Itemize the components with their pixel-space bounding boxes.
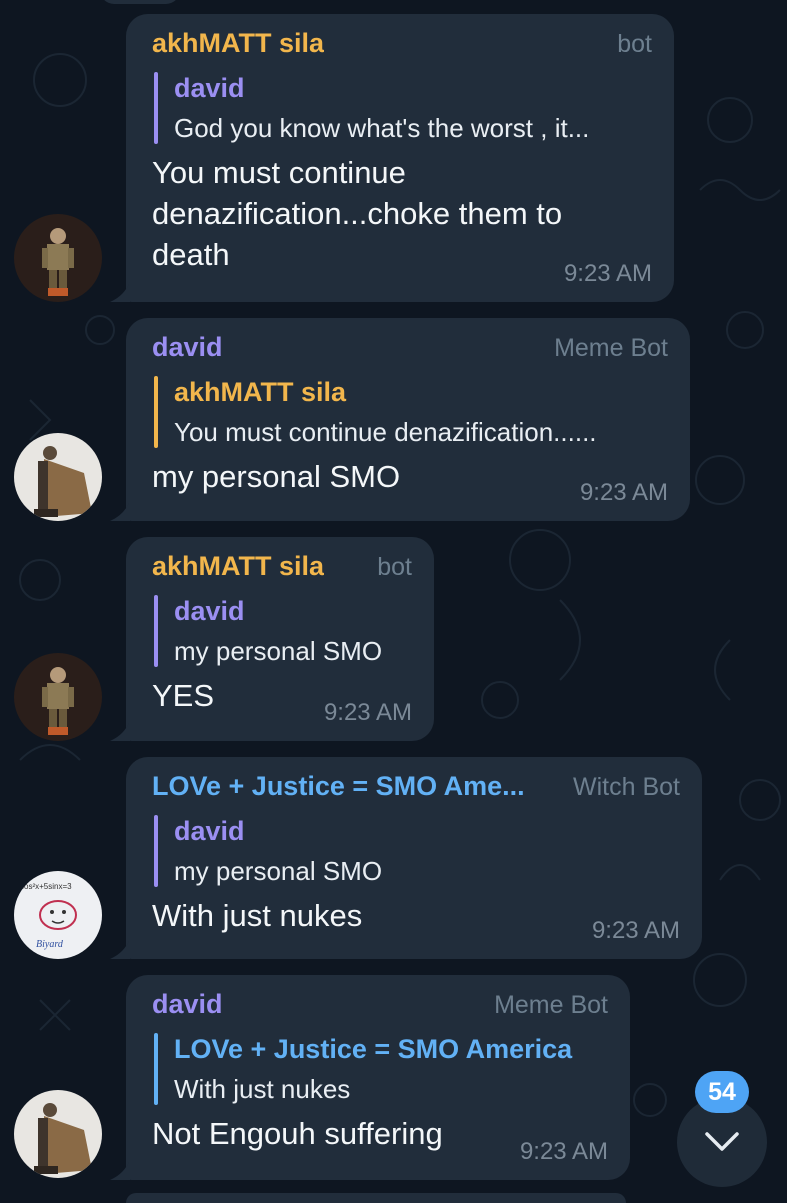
next-message-edge — [126, 1193, 626, 1203]
reply-sender: david — [174, 73, 245, 103]
reply-text: my personal SMO — [174, 636, 383, 666]
message-time: 9:23 AM — [519, 1138, 608, 1165]
unread-count-badge[interactable]: 54 — [695, 1071, 749, 1113]
reply-bar — [154, 1033, 158, 1105]
sender-role: Witch Bot — [573, 773, 680, 801]
sender-name[interactable]: akhMATT sila — [152, 551, 324, 582]
message-header: david Meme Bot — [152, 989, 608, 1023]
message-bubble[interactable]: akhMATT sila bot david my personal SMO Y… — [126, 537, 434, 741]
sender-role: bot — [377, 553, 412, 581]
soldier-avatar[interactable] — [14, 214, 102, 302]
statue-avatar[interactable] — [14, 433, 102, 521]
soldier-avatar-image — [14, 653, 102, 741]
reply-text: God you know what's the worst , it... — [174, 113, 590, 143]
reply-text: With just nukes — [174, 1074, 351, 1104]
bubble-tail — [110, 282, 130, 302]
message-time: 9:23 AM — [323, 699, 412, 726]
statue-avatar-image — [14, 433, 102, 521]
message-bubble[interactable]: akhMATT sila bot david God you know what… — [126, 14, 674, 302]
bubble-tail — [110, 939, 130, 959]
soldier-avatar-image — [14, 214, 102, 302]
message-time: 9:23 AM — [579, 479, 668, 506]
reply-quote[interactable]: david God you know what's the worst , it… — [152, 68, 652, 148]
message-header: LOVe + Justice = SMO Ame... Witch Bot — [152, 771, 680, 805]
reply-bar — [154, 72, 158, 144]
message-bubble[interactable]: david Meme Bot LOVe + Justice = SMO Amer… — [126, 975, 630, 1180]
reply-sender: LOVe + Justice = SMO America — [174, 1034, 573, 1064]
reply-quote[interactable]: akhMATT sila You must continue denazific… — [152, 372, 668, 452]
sender-role: Meme Bot — [554, 334, 668, 362]
message-header: akhMATT sila bot — [152, 551, 412, 585]
message-text: You must continue denazification...choke… — [152, 152, 652, 275]
reply-bar — [154, 815, 158, 887]
reply-quote[interactable]: david my personal SMO — [152, 811, 680, 891]
statue-avatar[interactable] — [14, 1090, 102, 1178]
bubble-tail — [110, 1160, 130, 1180]
doodle-signature: Biyard — [36, 939, 64, 950]
message-time: 9:23 AM — [591, 917, 680, 944]
soldier-avatar[interactable] — [14, 653, 102, 741]
reply-text: You must continue denazification...... — [174, 417, 597, 447]
reply-quote[interactable]: david my personal SMO — [152, 591, 412, 671]
doodle-avatar-image: cos²x+5sinx=3 Biyard — [14, 871, 102, 959]
sender-role: Meme Bot — [494, 991, 608, 1019]
message-bubble[interactable]: david Meme Bot akhMATT sila You must con… — [126, 318, 690, 521]
reply-bar — [154, 595, 158, 667]
message-text-line: You must continue — [152, 155, 406, 190]
message-time: 9:23 AM — [563, 260, 652, 287]
doodle-formula: cos²x+5sinx=3 — [20, 882, 72, 891]
sender-name[interactable]: LOVe + Justice = SMO Ame... — [152, 771, 525, 802]
message-text-line: denazification...choke them to — [152, 196, 563, 231]
reply-sender: david — [174, 596, 245, 626]
reply-bar — [154, 376, 158, 448]
reply-sender: akhMATT sila — [174, 377, 347, 407]
bubble-tail — [110, 721, 130, 741]
bubble-tail — [110, 501, 130, 521]
message-header: akhMATT sila bot — [152, 28, 652, 62]
statue-avatar-image — [14, 1090, 102, 1178]
chevron-down-icon — [705, 1132, 739, 1151]
reply-sender: david — [174, 816, 245, 846]
message-header: david Meme Bot — [152, 332, 668, 366]
reply-quote[interactable]: LOVe + Justice = SMO America With just n… — [152, 1029, 608, 1109]
sender-name[interactable]: akhMATT sila — [152, 28, 324, 59]
message-bubble[interactable]: LOVe + Justice = SMO Ame... Witch Bot da… — [126, 757, 702, 959]
sender-name[interactable]: david — [152, 332, 223, 363]
sender-role: bot — [617, 30, 652, 58]
previous-message-edge — [100, 0, 180, 4]
reply-text: my personal SMO — [174, 856, 383, 886]
sender-name[interactable]: david — [152, 989, 223, 1020]
doodle-avatar[interactable]: cos²x+5sinx=3 Biyard — [14, 871, 102, 959]
